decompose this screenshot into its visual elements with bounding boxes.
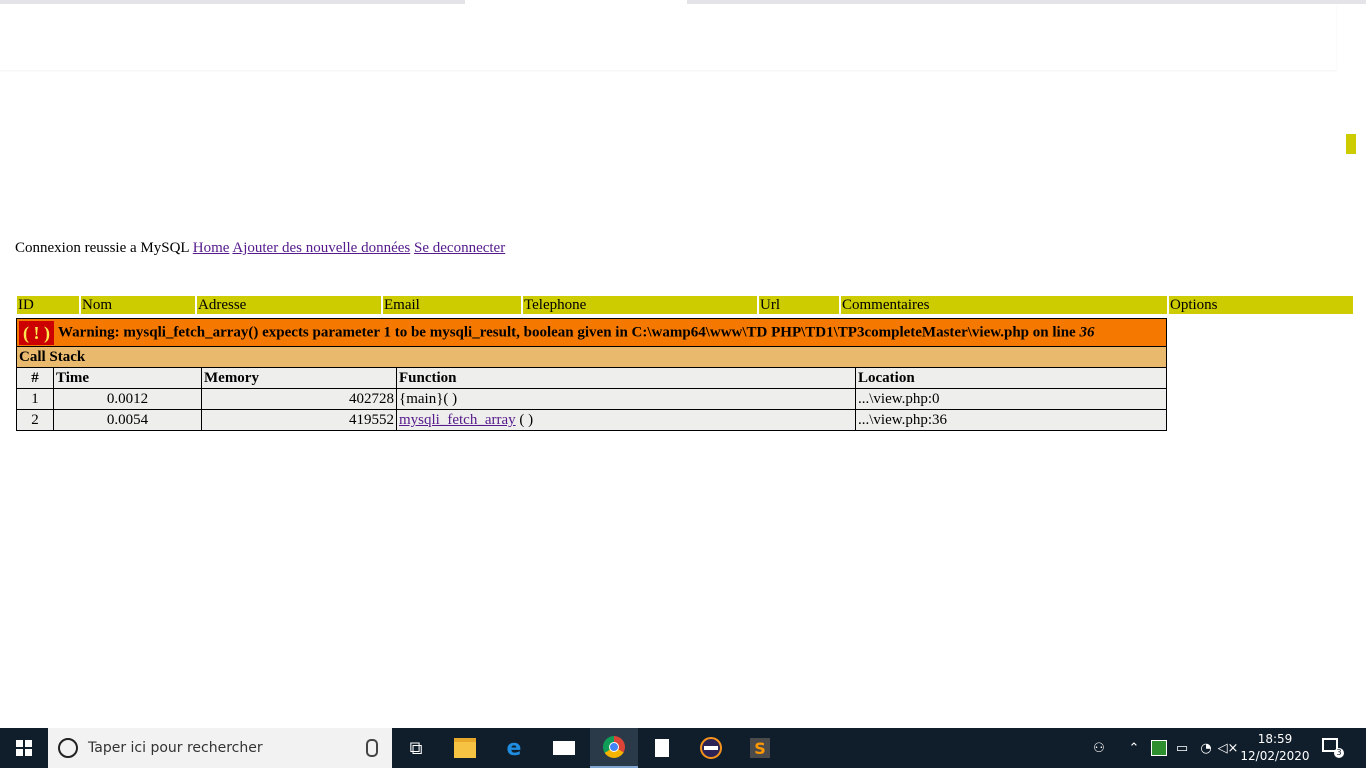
header-adresse: Adresse [197, 296, 381, 314]
function-suffix: ( ) [515, 412, 534, 428]
microphone-icon[interactable] [366, 739, 378, 757]
windows-icon [16, 740, 32, 756]
row-location: ...\view.php:0 [855, 388, 1167, 410]
wifi-icon[interactable]: ◔ [1196, 728, 1216, 768]
call-stack-title: Call Stack [16, 346, 1167, 368]
notification-count-badge: 3 [1334, 748, 1344, 758]
table-row: 1 0.0012 402728 {main}( ) ...\view.php:0 [16, 388, 1167, 410]
header-nom: Nom [81, 296, 195, 314]
volume-muted-icon[interactable]: ◁× [1218, 728, 1239, 768]
header-options: Options [1169, 296, 1353, 314]
connection-status-line: Connexion reussie a MySQL Home Ajouter d… [15, 239, 505, 257]
row-num: 1 [16, 388, 54, 410]
table-row: 2 0.0054 419552 mysqli_fetch_array ( ) .… [16, 409, 1167, 431]
header-commentaires: Commentaires [841, 296, 1167, 314]
wamp-icon[interactable] [1149, 728, 1169, 768]
col-location: Location [855, 367, 1167, 389]
row-time: 0.0012 [53, 388, 202, 410]
mail-icon[interactable] [540, 728, 588, 768]
warning-icon: ( ! ) [19, 320, 54, 345]
notepad-icon[interactable] [638, 728, 686, 768]
data-table-header: ID Nom Adresse Email Telephone Url Comme… [15, 294, 1355, 316]
taskbar-clock[interactable]: 18:59 12/02/2020 [1236, 731, 1314, 765]
eclipse-icon[interactable] [687, 728, 735, 768]
start-button[interactable] [0, 728, 48, 768]
connection-status-text: Connexion reussie a MySQL [15, 240, 190, 256]
windows-taskbar: Taper ici pour rechercher ⧉ e S ⚇ ⌃ ▭ ◔ … [0, 728, 1366, 768]
chevron-up-icon[interactable]: ⌃ [1124, 728, 1144, 768]
col-function: Function [396, 367, 856, 389]
col-time: Time [53, 367, 202, 389]
col-num: # [16, 367, 54, 389]
home-link[interactable]: Home [193, 240, 230, 256]
row-location: ...\view.php:36 [855, 409, 1167, 431]
warning-message: ( ! ) Warning: mysqli_fetch_array() expec… [16, 318, 1167, 347]
row-memory: 402728 [201, 388, 397, 410]
logout-link[interactable]: Se deconnecter [414, 240, 505, 256]
call-stack-header-row: # Time Memory Function Location [16, 367, 1167, 389]
sublime-icon[interactable]: S [736, 728, 784, 768]
chrome-icon[interactable] [590, 728, 638, 768]
call-stack-title-row: Call Stack [16, 346, 1167, 368]
row-num: 2 [16, 409, 54, 431]
row-time: 0.0054 [53, 409, 202, 431]
people-icon[interactable]: ⚇ [1088, 728, 1110, 768]
file-explorer-icon[interactable] [441, 728, 489, 768]
battery-icon[interactable]: ▭ [1172, 728, 1192, 768]
header-email: Email [383, 296, 521, 314]
scroll-marker [1346, 134, 1356, 154]
taskbar-search-box[interactable]: Taper ici pour rechercher [48, 728, 392, 768]
add-data-link[interactable]: Ajouter des nouvelle données [232, 240, 410, 256]
warning-text: Warning: mysqli_fetch_array() expects pa… [57, 323, 1076, 340]
row-memory: 419552 [201, 409, 397, 431]
clock-date: 12/02/2020 [1240, 749, 1310, 763]
cortana-icon [58, 738, 78, 758]
warning-row: ( ! ) Warning: mysqli_fetch_array() expec… [16, 318, 1167, 347]
row-function: mysqli_fetch_array ( ) [396, 409, 856, 431]
edge-icon[interactable]: e [490, 728, 538, 768]
xdebug-error-table: ( ! ) Warning: mysqli_fetch_array() expec… [16, 318, 1167, 431]
function-doc-link[interactable]: mysqli_fetch_array [399, 412, 516, 428]
task-view-icon[interactable]: ⧉ [392, 728, 440, 768]
search-placeholder: Taper ici pour rechercher [88, 740, 263, 756]
clock-time: 18:59 [1257, 732, 1293, 746]
header-url: Url [759, 296, 839, 314]
warning-line: 36 [1079, 323, 1095, 340]
header-telephone: Telephone [523, 296, 757, 314]
row-function: {main}( ) [396, 388, 856, 410]
browser-toolbar-area [0, 4, 1336, 70]
col-memory: Memory [201, 367, 397, 389]
header-id: ID [17, 296, 79, 314]
